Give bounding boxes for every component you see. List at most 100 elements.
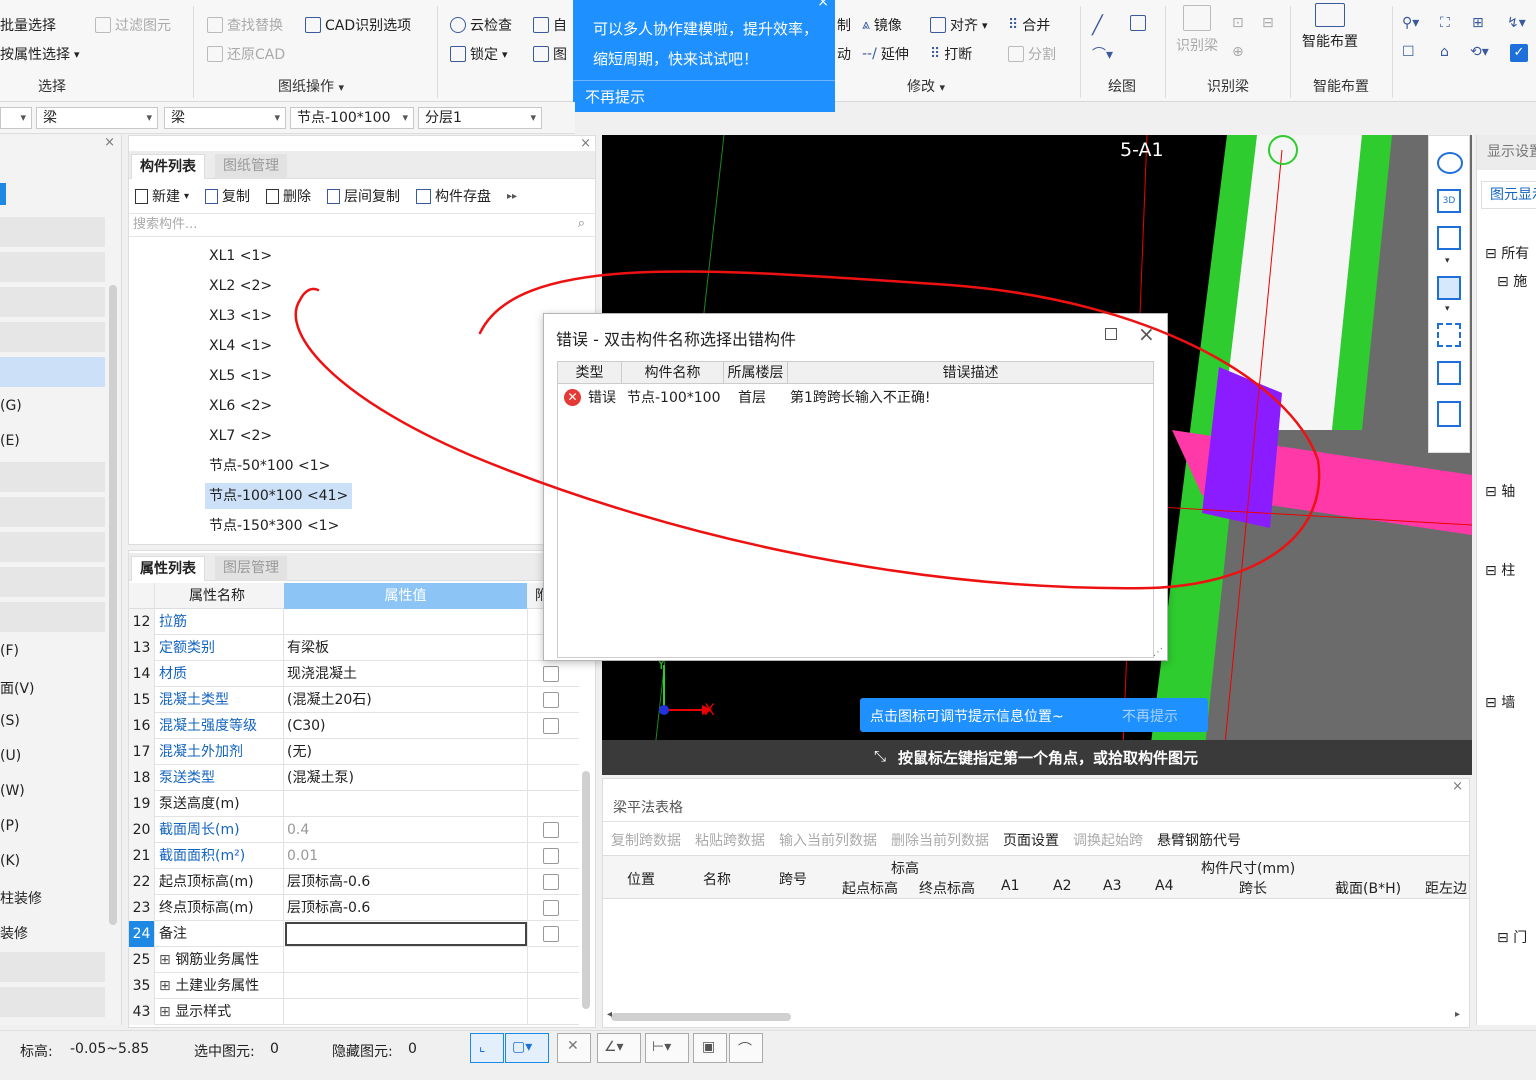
table-row[interactable]: 15 混凝土类型 (混凝土20石) xyxy=(129,687,579,713)
checkbox-toggle[interactable]: ✓ xyxy=(1510,44,1528,62)
property-value[interactable]: 0.01 xyxy=(287,843,318,869)
tool-right-e[interactable]: ☐ xyxy=(1402,44,1415,60)
left-nav-label-e[interactable]: (E) xyxy=(0,433,20,449)
tree-item-wall[interactable]: ⊟ 墙 xyxy=(1485,692,1515,712)
left-nav-selected[interactable] xyxy=(0,357,105,387)
delete-button[interactable]: 删除 xyxy=(266,186,311,206)
expand-icon[interactable]: ⊞ xyxy=(159,978,175,994)
swap-start-span-button[interactable]: 调换起始跨 xyxy=(1073,830,1143,850)
error-component[interactable]: 节点-100*100 xyxy=(627,386,721,410)
close-icon[interactable]: × xyxy=(580,136,591,151)
property-value[interactable]: (C30) xyxy=(287,713,326,739)
tab-component-list[interactable]: 构件列表 xyxy=(131,154,205,179)
selector-2[interactable]: 梁 xyxy=(164,107,286,129)
table-row[interactable]: 14 材质 现浇混凝土 xyxy=(129,661,579,687)
beam-hscrollbar[interactable] xyxy=(611,1013,791,1021)
tab-element-display[interactable]: 图元显示 xyxy=(1481,181,1536,209)
list-item[interactable]: XL6 <2> xyxy=(205,393,276,419)
tool-gray-b[interactable]: ⊟ xyxy=(1262,15,1274,31)
line-draw-button[interactable]: ╱ xyxy=(1092,15,1103,36)
selector-4[interactable]: 分层1 xyxy=(418,107,542,129)
attr-select-button[interactable]: 按属性选择 ▾ xyxy=(0,44,80,64)
chevron-down-icon[interactable]: ▾ xyxy=(1445,304,1450,314)
lock-button[interactable]: 锁定 ▾ xyxy=(450,44,508,64)
orbit-icon[interactable] xyxy=(1437,152,1463,174)
angle-toggle[interactable]: ∠▾ xyxy=(597,1033,641,1063)
page-setup-button[interactable]: 页面设置 xyxy=(1003,830,1059,850)
arc-toggle[interactable]: ⌒ xyxy=(729,1033,763,1063)
selector-1[interactable]: 梁 xyxy=(36,107,158,129)
tab-property-list[interactable]: 属性列表 xyxy=(131,556,205,581)
save-component-button[interactable]: 构件存盘 xyxy=(416,186,491,206)
list-item[interactable]: XL2 <2> xyxy=(205,273,276,299)
table-row[interactable]: 22 起点顶标高(m) 层顶标高-0.6 xyxy=(129,869,579,895)
property-checkbox[interactable] xyxy=(543,666,559,682)
tree-item-construction[interactable]: ⊟ 施 xyxy=(1497,271,1527,291)
property-value[interactable]: 现浇混凝土 xyxy=(287,661,357,687)
ortho-toggle[interactable]: ⌞ xyxy=(470,1033,504,1063)
table-row[interactable]: 43 ⊞ 显示样式 xyxy=(129,999,579,1025)
table-row[interactable]: 12 拉筋 xyxy=(129,609,579,635)
property-value[interactable]: 层顶标高-0.6 xyxy=(287,869,370,895)
left-nav-label-k[interactable]: (K) xyxy=(0,853,20,869)
search-icon[interactable]: ⌕ xyxy=(578,216,585,231)
list-item[interactable]: XL1 <1> xyxy=(205,243,276,269)
property-scrollbar[interactable] xyxy=(582,771,590,1009)
tool-right-c[interactable]: ⊞ xyxy=(1472,15,1484,31)
layer-copy-button[interactable]: 层间复制 xyxy=(327,186,400,206)
list-item[interactable]: XL5 <1> xyxy=(205,363,276,389)
left-nav-label-v[interactable]: 面(V) xyxy=(0,678,35,698)
tool-icon-b[interactable]: 图 xyxy=(533,44,567,64)
list-item[interactable]: XL7 <2> xyxy=(205,423,276,449)
cloud-check-button[interactable]: 云检查 xyxy=(450,15,512,35)
paste-span-data-button[interactable]: 粘贴跨数据 xyxy=(695,830,765,850)
tool-right-b[interactable]: ⛶ xyxy=(1440,15,1450,31)
property-checkbox[interactable] xyxy=(543,692,559,708)
tool-right-d[interactable]: ↯▾ xyxy=(1507,15,1526,31)
copy-button[interactable]: 复制 xyxy=(205,186,250,206)
3d-view-icon[interactable]: 3D xyxy=(1437,189,1461,213)
left-nav-label-g[interactable]: (G) xyxy=(0,398,22,414)
delete-column-data-button[interactable]: 删除当前列数据 xyxy=(891,830,989,850)
identify-beam-button[interactable]: 识别梁 xyxy=(1176,5,1218,55)
list-item[interactable]: XL4 <1> xyxy=(205,333,276,359)
left-nav-label-f[interactable]: (F) xyxy=(0,643,19,659)
table-row[interactable]: 17 混凝土外加剂 (无) xyxy=(129,739,579,765)
tool-partial-2[interactable]: 动 xyxy=(837,44,851,64)
tool-right-g[interactable]: ⟲▾ xyxy=(1470,44,1489,60)
tool-gray-a[interactable]: ⊡ xyxy=(1232,15,1244,31)
left-nav-label-p[interactable]: (P) xyxy=(0,818,19,834)
cube-solid-icon[interactable] xyxy=(1437,276,1461,300)
table-row[interactable]: 20 截面周长(m) 0.4 xyxy=(129,817,579,843)
close-icon[interactable]: × xyxy=(1138,322,1155,346)
table-row[interactable]: 23 终点顶标高(m) 层顶标高-0.6 xyxy=(129,895,579,921)
input-column-data-button[interactable]: 输入当前列数据 xyxy=(779,830,877,850)
list-item[interactable]: 节点-150*300 <1> xyxy=(205,513,343,531)
table-row[interactable]: 16 混凝土强度等级 (C30) xyxy=(129,713,579,739)
fit-view-icon[interactable] xyxy=(1437,323,1461,347)
chevron-down-icon[interactable]: ▾ xyxy=(1445,256,1450,266)
offset-toggle[interactable]: ⊢▾ xyxy=(645,1033,689,1063)
left-nav-label-column-deco[interactable]: 柱装修 xyxy=(0,888,42,908)
align-button[interactable]: 对齐 ▾ xyxy=(930,15,988,35)
mirror-button[interactable]: ⩓ 镜像 xyxy=(862,15,902,35)
resize-grip-icon[interactable]: ⋰ xyxy=(1153,647,1163,658)
property-checkbox[interactable] xyxy=(543,718,559,734)
drawing-ops-label[interactable]: 图纸操作 ▾ xyxy=(278,76,344,96)
selector-0[interactable] xyxy=(0,107,32,129)
left-scrollbar[interactable] xyxy=(109,285,117,925)
hint-dismiss[interactable]: 不再提示 xyxy=(1122,706,1178,726)
property-value[interactable]: (混凝土泵) xyxy=(287,765,354,791)
tool-gray-c[interactable]: ⊕ xyxy=(1232,44,1244,60)
property-value[interactable]: (混凝土20石) xyxy=(287,687,372,713)
copy-span-data-button[interactable]: 复制跨数据 xyxy=(611,830,681,850)
close-icon[interactable]: × xyxy=(104,135,115,150)
tree-item-all[interactable]: ⊟ 所有 xyxy=(1485,243,1529,263)
maximize-icon[interactable] xyxy=(1105,328,1117,340)
component-search-input[interactable]: 搜索构件... xyxy=(129,213,595,237)
box-select-icon[interactable] xyxy=(1437,361,1461,385)
property-checkbox[interactable] xyxy=(543,900,559,916)
restore-cad-button[interactable]: 还原CAD xyxy=(207,44,285,64)
tab-layer-management[interactable]: 图层管理 xyxy=(215,556,287,581)
modify-group-label[interactable]: 修改 ▾ xyxy=(907,76,945,96)
